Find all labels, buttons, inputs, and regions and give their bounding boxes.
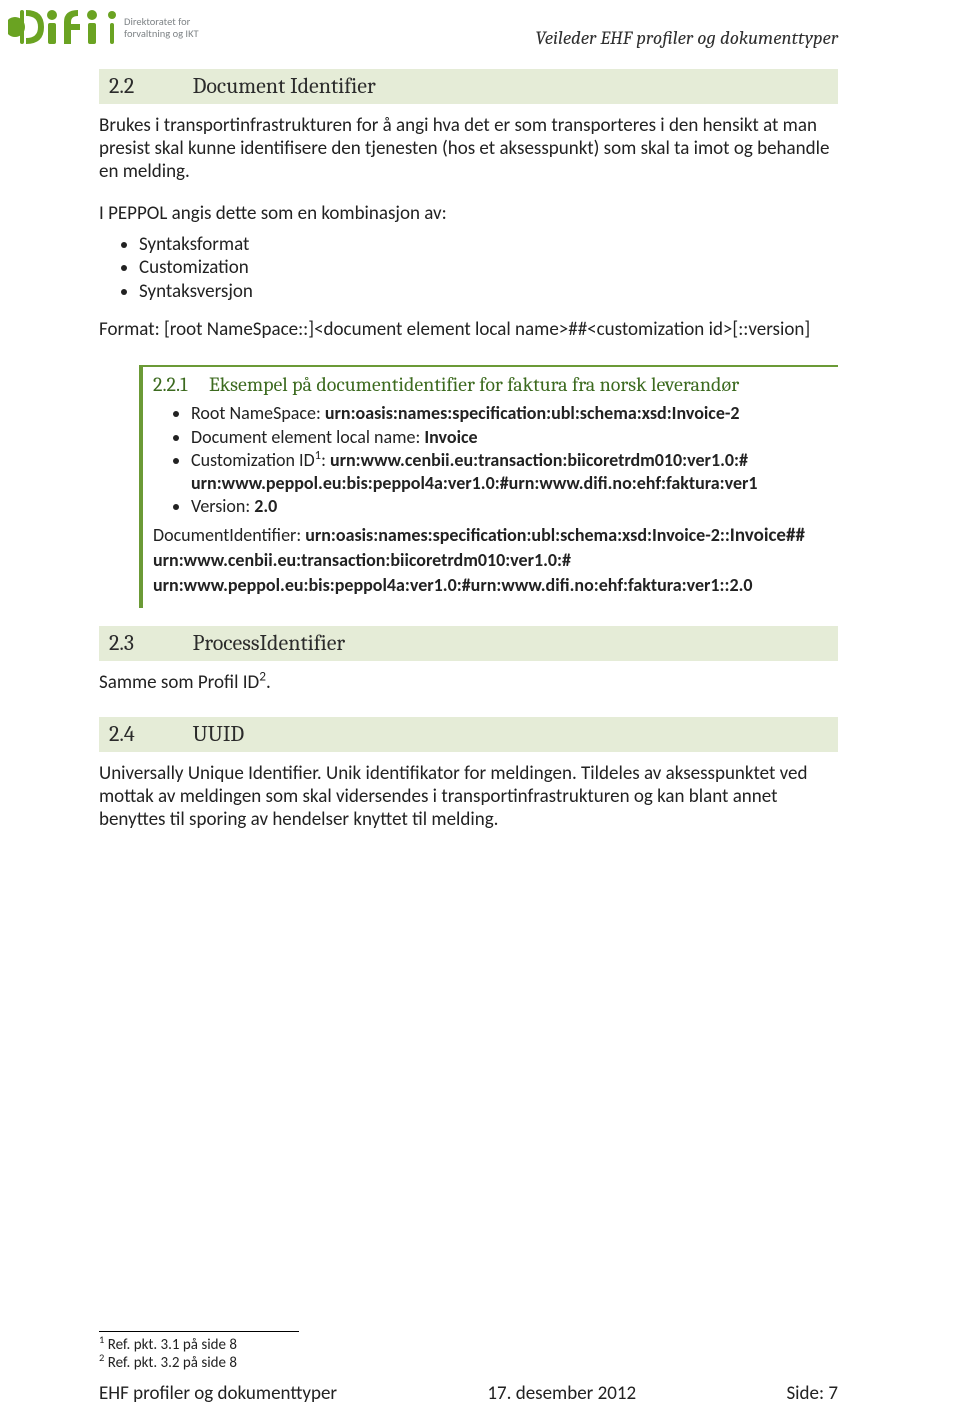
list-item: Root NameSpace: urn:oasis:names:specific… — [191, 402, 828, 425]
footer-center: 17. desember 2012 — [487, 1382, 636, 1405]
doc-header-title: Veileder EHF profiler og dokumenttyper — [535, 27, 838, 49]
section-2-4-p1: Universally Unique Identifier. Unik iden… — [99, 762, 838, 832]
difi-logo-icon — [8, 4, 118, 50]
example-docid-line3: urn:www.peppol.eu:bis:peppol4a:ver1.0:#u… — [153, 574, 828, 597]
example-2-2-1-title: 2.2.1Eksempel på documentidentifier for … — [153, 373, 828, 396]
example-docid-line1: DocumentIdentifier: urn:oasis:names:spec… — [153, 524, 828, 548]
section-2-2-p1: Brukes i transportinfrastrukturen for å … — [99, 114, 838, 184]
footer-right: Side: 7 — [786, 1382, 838, 1405]
footnote-1: 1 Ref. pkt. 3.1 på side 8 — [99, 1336, 839, 1355]
list-item: Document element local name: Invoice — [191, 426, 828, 449]
section-2-2-p2: I PEPPOL angis dette som en kombinasjon … — [99, 202, 838, 225]
page-footer: EHF profiler og dokumenttyper 17. desemb… — [99, 1382, 838, 1405]
footnote-2: 2 Ref. pkt. 3.2 på side 8 — [99, 1354, 839, 1373]
footer-left: EHF profiler og dokumenttyper — [99, 1382, 337, 1405]
section-2-2-bullets: Syntaksformat Customization Syntaksversj… — [99, 233, 838, 304]
list-item: Customization — [139, 256, 838, 280]
example-docid-line2: urn:www.cenbii.eu:transaction:biicoretrd… — [153, 549, 828, 572]
list-item: Version: 2.0 — [191, 495, 828, 518]
example-2-2-1: 2.2.1Eksempel på documentidentifier for … — [139, 365, 838, 608]
list-item: Syntaksformat — [139, 233, 838, 257]
section-2-3-p1: Samme som Profil ID2. — [99, 671, 838, 694]
logo-subtext: Direktoratet for forvaltning og IKT — [124, 16, 199, 39]
section-2-4-heading: 2.4 UUID — [99, 717, 838, 752]
footnotes: 1 Ref. pkt. 3.1 på side 8 2 Ref. pkt. 3.… — [99, 1331, 839, 1374]
section-2-2-heading: 2.2 Document Identifier — [99, 69, 838, 104]
logo: Direktoratet for forvaltning og IKT — [8, 4, 199, 50]
section-2-2-format: Format: [root NameSpace::]<document elem… — [99, 318, 838, 341]
section-2-3-heading: 2.3 ProcessIdentifier — [99, 626, 838, 661]
list-item: Syntaksversjon — [139, 280, 838, 304]
list-item: Customization ID1: urn:www.cenbii.eu:tra… — [191, 449, 828, 494]
footnote-rule — [99, 1331, 299, 1332]
